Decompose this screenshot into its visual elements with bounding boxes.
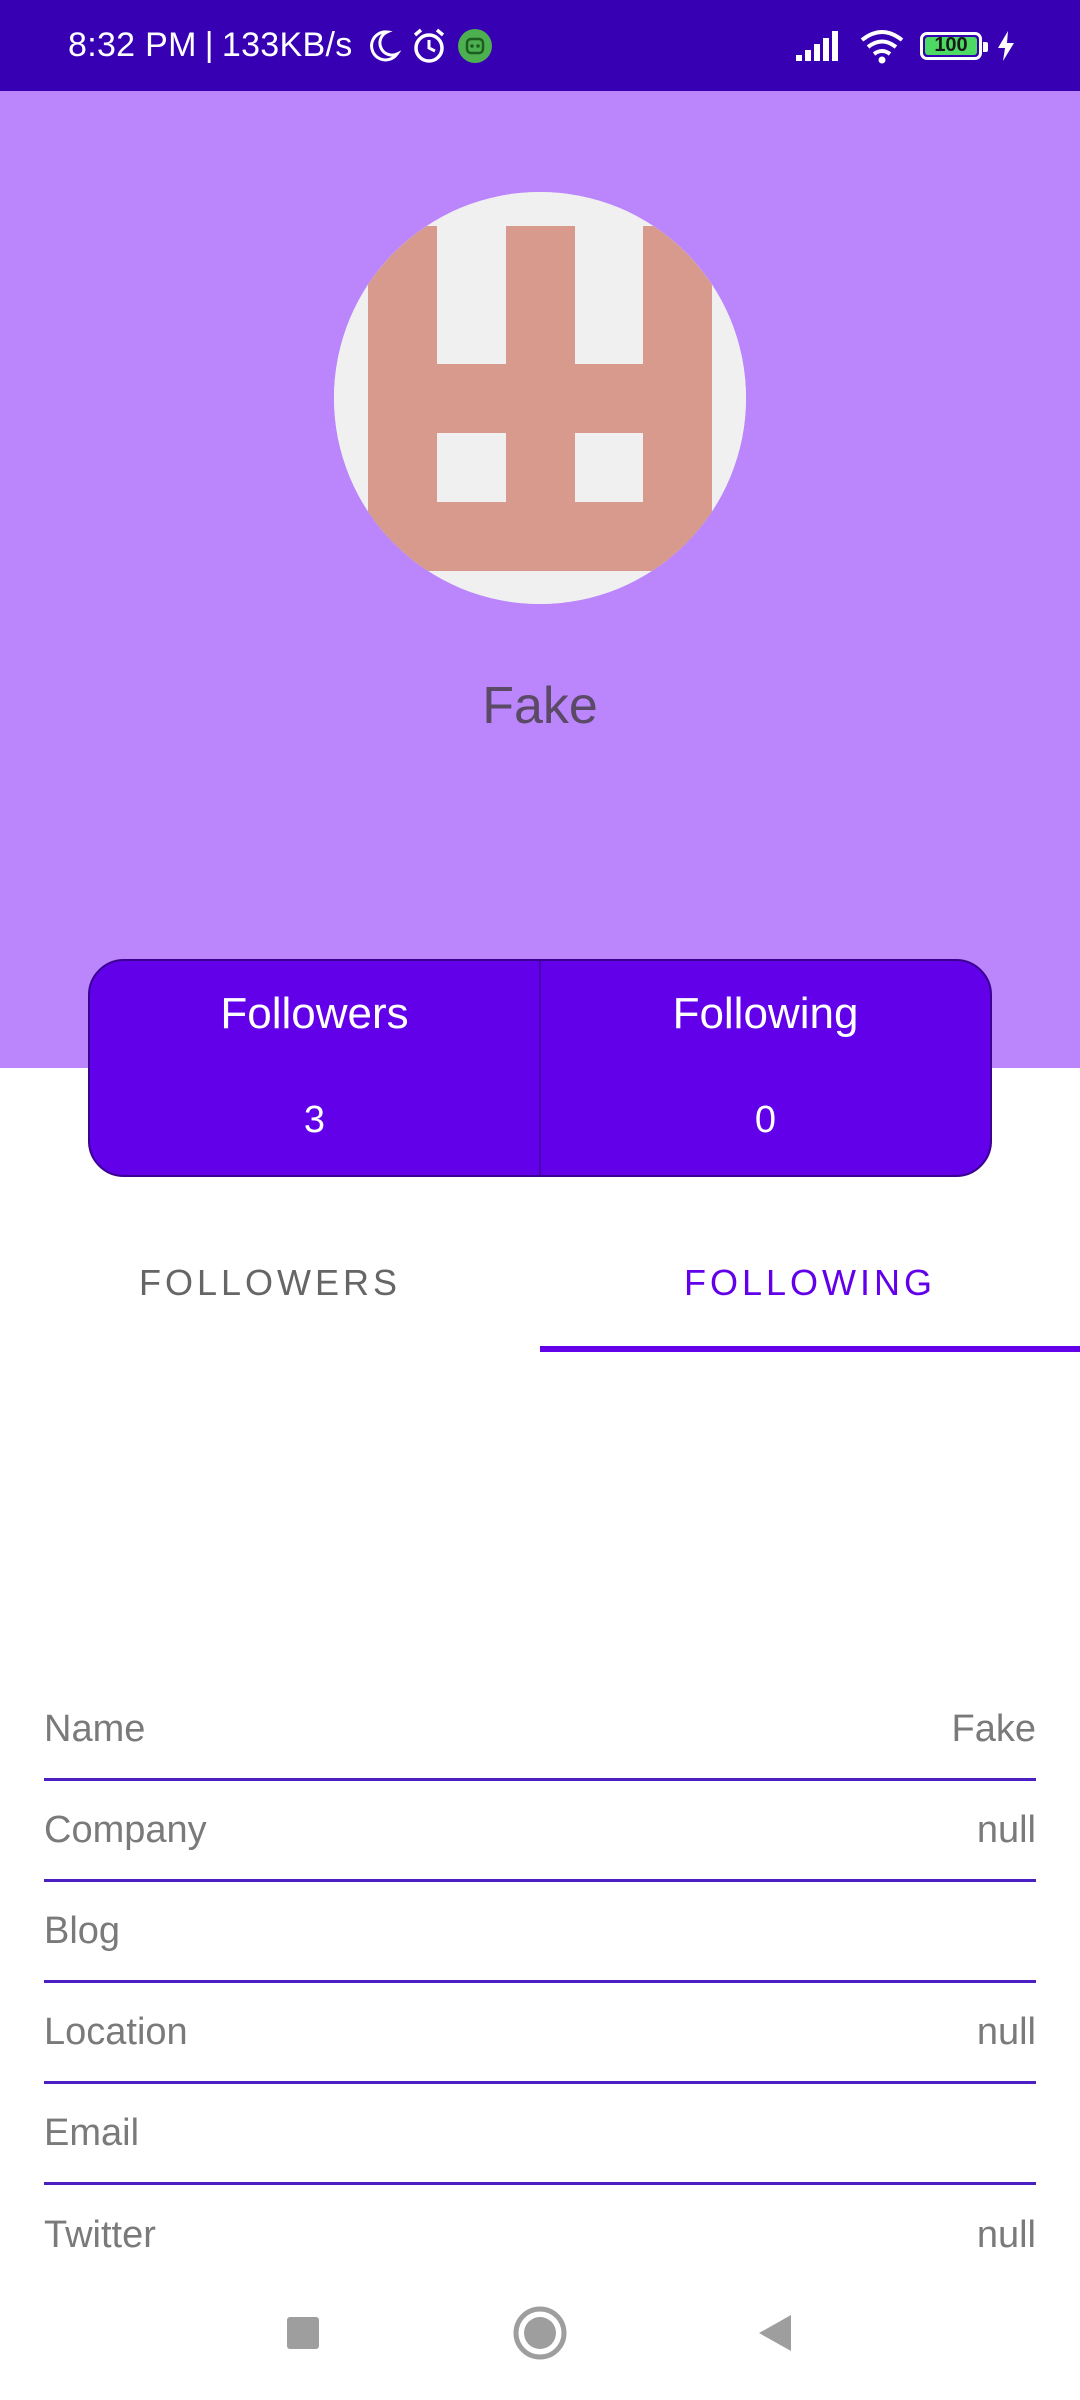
tab-following[interactable]: FOLLOWING [540, 1210, 1080, 1356]
detail-row-email: Email [44, 2084, 1036, 2185]
signal-icon [794, 29, 844, 63]
detail-label: Location [44, 2010, 188, 2053]
tab-followers-label: FOLLOWERS [138, 1262, 402, 1303]
detail-row-name: Name Fake [44, 1680, 1036, 1781]
detail-label: Company [44, 1808, 207, 1851]
detail-row-blog: Blog [44, 1882, 1036, 1983]
detail-value: null [976, 1808, 1036, 1851]
system-nav-bar [0, 2270, 1080, 2400]
status-left: 8:32 PM | 133KB/s [68, 0, 493, 91]
tab-indicator [540, 1346, 1080, 1352]
followers-label: Followers [220, 989, 409, 1038]
detail-row-location: Location null [44, 1983, 1036, 2084]
avatar[interactable] [334, 192, 746, 604]
battery-level: 100 [934, 34, 968, 56]
back-triangle-icon[interactable] [740, 2298, 810, 2368]
charging-icon [996, 30, 1016, 62]
followers-count: 3 [303, 1099, 326, 1141]
identicon-image [334, 192, 746, 604]
detail-value: Fake [951, 1707, 1036, 1750]
detail-label: Blog [44, 1909, 121, 1952]
status-separator: | [204, 26, 214, 64]
network-speed: 133KB/s [221, 26, 353, 64]
wifi-icon [858, 28, 906, 64]
tab-following-label: FOLLOWING [683, 1262, 937, 1303]
profile-details: Name Fake Company null Blog Location nul… [44, 1680, 1036, 2286]
tab-bar: FOLLOWERS FOLLOWING [0, 1210, 1080, 1356]
detail-value: null [976, 2213, 1036, 2256]
detail-value: null [976, 2010, 1036, 2053]
tab-followers[interactable]: FOLLOWERS [0, 1210, 540, 1356]
detail-row-company: Company null [44, 1781, 1036, 1882]
following-label: Following [672, 989, 859, 1038]
battery-icon: 100 [920, 31, 988, 60]
status-bar: 8:32 PM | 133KB/s 100 [0, 0, 1080, 91]
stats-card: Followers 3 Following 0 [88, 959, 992, 1177]
followers-stat[interactable]: Followers 3 [90, 961, 539, 1175]
home-circle-icon[interactable] [505, 2298, 575, 2368]
detail-label: Email [44, 2111, 140, 2154]
app-notification-icon [457, 28, 493, 64]
following-count: 0 [754, 1099, 777, 1141]
recents-square-icon[interactable] [268, 2298, 338, 2368]
profile-name: Fake [482, 677, 598, 735]
status-right: 100 [794, 0, 1016, 91]
alarm-icon [409, 26, 449, 66]
detail-label: Twitter [44, 2213, 156, 2256]
status-time: 8:32 PM [68, 26, 197, 64]
moon-icon [365, 28, 401, 64]
detail-label: Name [44, 1707, 146, 1750]
following-stat[interactable]: Following 0 [539, 961, 990, 1175]
profile-header: Fake [0, 91, 1080, 1068]
